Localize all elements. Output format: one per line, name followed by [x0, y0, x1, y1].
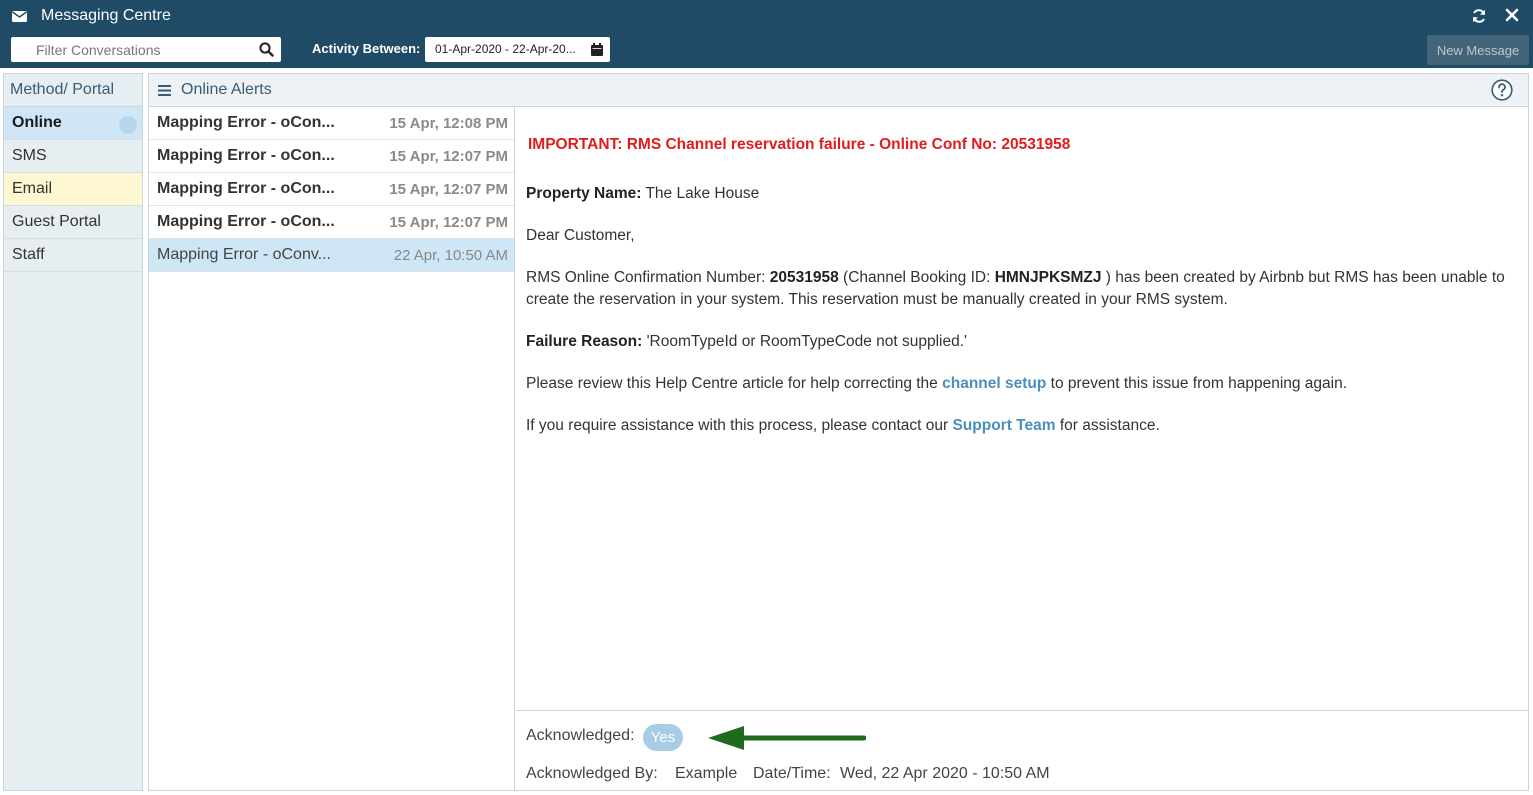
paragraph-text: Please review this Help Centre article f…	[526, 375, 943, 392]
conversation-subject: Mapping Error - oCon...	[157, 114, 335, 131]
conversation-subject: Mapping Error - oCon...	[157, 213, 335, 230]
date-range-value: 01-Apr-2020 - 22-Apr-20...	[435, 42, 576, 56]
unread-badge	[119, 116, 137, 134]
property-value: The Lake House	[645, 185, 760, 202]
conversation-row[interactable]: Mapping Error - oCon... 15 Apr, 12:07 PM	[149, 206, 514, 239]
property-line: Property Name: The Lake House	[526, 183, 1516, 205]
paragraph-text: for assistance.	[1055, 417, 1160, 434]
conversation-time: 15 Apr, 12:07 PM	[389, 181, 508, 198]
search-icon[interactable]	[259, 42, 274, 57]
support-paragraph: If you require assistance with this proc…	[526, 415, 1516, 437]
paragraph-text: to prevent this issue from happening aga…	[1046, 375, 1348, 392]
message-body: IMPORTANT: RMS Channel reservation failu…	[526, 134, 1516, 457]
method-item-staff[interactable]: Staff	[4, 239, 142, 272]
method-portal-panel: Method/ Portal Online SMS Email Guest Po…	[3, 73, 143, 791]
panel-header: Online Alerts	[149, 74, 1528, 107]
failure-line: Failure Reason: 'RoomTypeId or RoomTypeC…	[526, 331, 1516, 353]
hamburger-menu-icon[interactable]	[158, 85, 171, 96]
channel-setup-link[interactable]: channel setup	[942, 375, 1046, 392]
acknowledgement-bar: Acknowledged: Yes Acknowledged By: Examp…	[516, 710, 1528, 791]
method-portal-header: Method/ Portal	[4, 74, 142, 107]
conversation-time: 22 Apr, 10:50 AM	[393, 247, 508, 264]
envelope-icon	[12, 11, 27, 22]
conversation-time: 15 Apr, 12:07 PM	[389, 214, 508, 231]
conversation-row[interactable]: Mapping Error - oCon... 15 Apr, 12:07 PM	[149, 173, 514, 206]
method-item-guest-portal[interactable]: Guest Portal	[4, 206, 142, 239]
method-item-label: Staff	[12, 246, 45, 263]
acknowledged-by-value: Example	[675, 765, 738, 782]
message-view: IMPORTANT: RMS Channel reservation failu…	[516, 107, 1528, 791]
conversation-row[interactable]: Mapping Error - oCon... 15 Apr, 12:07 PM	[149, 140, 514, 173]
datetime-label: Date/Time:	[753, 765, 831, 782]
activity-between-label: Activity Between:	[312, 41, 421, 56]
method-item-email[interactable]: Email	[4, 173, 142, 206]
conversation-subject: Mapping Error - oConv...	[157, 246, 331, 263]
method-item-online[interactable]: Online	[4, 107, 142, 140]
datetime-value: Wed, 22 Apr 2020 - 10:50 AM	[840, 765, 1050, 782]
conversation-row-selected[interactable]: Mapping Error - oConv... 22 Apr, 10:50 A…	[149, 239, 514, 272]
method-item-label: Email	[12, 180, 53, 197]
paragraph-text: (Channel Booking ID:	[838, 269, 995, 286]
toolbar: Activity Between: 01-Apr-2020 - 22-Apr-2…	[0, 33, 1533, 68]
method-item-sms[interactable]: SMS	[4, 140, 142, 173]
help-icon[interactable]	[1491, 79, 1513, 101]
acknowledged-label: Acknowledged:	[526, 727, 635, 744]
online-alerts-panel: Online Alerts Mapping Error - oCon... 15…	[148, 73, 1529, 791]
acknowledged-toggle[interactable]: Yes	[643, 724, 683, 751]
confirmation-paragraph: RMS Online Confirmation Number: 20531958…	[526, 267, 1516, 311]
channel-booking-id: HMNJPKSMZJ	[994, 269, 1102, 286]
failure-value: 'RoomTypeId or RoomTypeCode not supplied…	[646, 333, 967, 350]
failure-label: Failure Reason:	[526, 333, 643, 350]
conversation-subject: Mapping Error - oCon...	[157, 147, 335, 164]
conversation-row[interactable]: Mapping Error - oCon... 15 Apr, 12:08 PM	[149, 107, 514, 140]
method-item-label: Guest Portal	[12, 213, 101, 230]
panel-title: Online Alerts	[181, 81, 272, 98]
paragraph-text: If you require assistance with this proc…	[526, 417, 953, 434]
confirmation-number: 20531958	[769, 269, 839, 286]
property-label: Property Name:	[526, 185, 642, 202]
close-icon[interactable]	[1505, 8, 1519, 22]
acknowledged-by-label: Acknowledged By:	[526, 765, 658, 782]
conversation-subject: Mapping Error - oCon...	[157, 180, 335, 197]
filter-conversations-input[interactable]	[11, 37, 251, 62]
green-arrow-icon	[708, 726, 866, 750]
important-heading: IMPORTANT: RMS Channel reservation failu…	[528, 136, 1071, 153]
filter-box	[11, 37, 281, 62]
support-team-link[interactable]: Support Team	[952, 417, 1055, 434]
conversation-list: Mapping Error - oCon... 15 Apr, 12:08 PM…	[149, 107, 515, 791]
conversation-time: 15 Apr, 12:07 PM	[389, 148, 508, 165]
conversation-time: 15 Apr, 12:08 PM	[389, 115, 508, 132]
method-item-label: Online	[12, 114, 62, 131]
calendar-icon[interactable]	[591, 43, 603, 56]
help-paragraph: Please review this Help Centre article f…	[526, 373, 1516, 395]
new-message-button[interactable]: New Message	[1427, 35, 1529, 65]
title-bar: Messaging Centre	[0, 0, 1533, 33]
greeting: Dear Customer,	[526, 227, 635, 244]
refresh-icon[interactable]	[1471, 8, 1487, 24]
method-item-label: SMS	[12, 147, 47, 164]
window-title: Messaging Centre	[41, 7, 171, 24]
paragraph-text: RMS Online Confirmation Number:	[526, 269, 770, 286]
date-range-picker[interactable]: 01-Apr-2020 - 22-Apr-20...	[425, 37, 610, 62]
